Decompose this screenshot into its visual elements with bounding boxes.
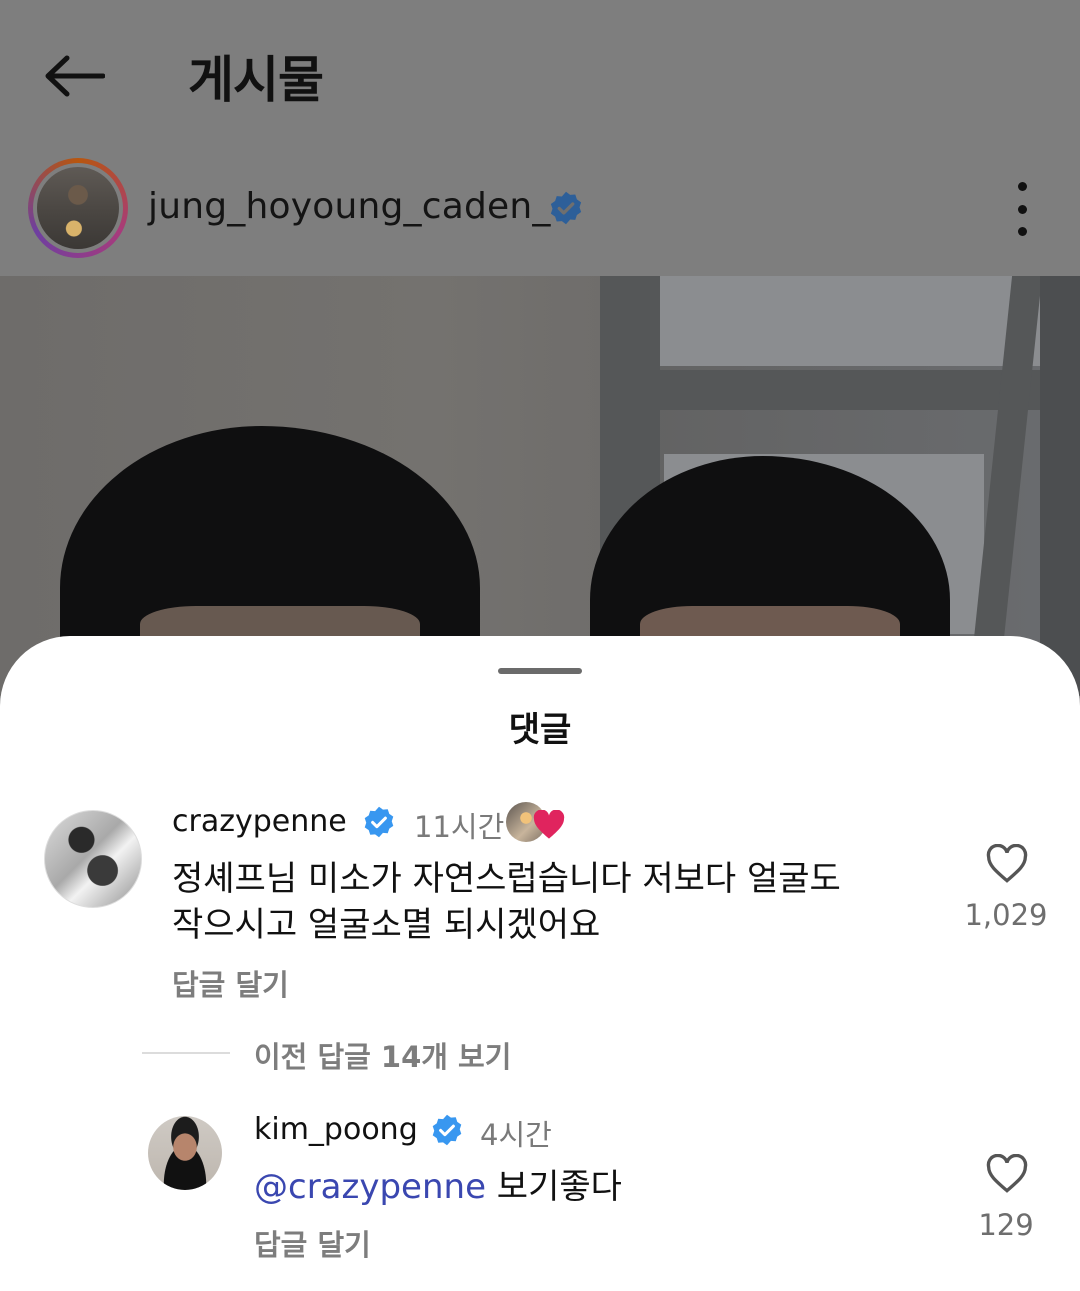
post-author-row: jung_hoyoung_caden_ xyxy=(0,150,1080,276)
comment-like-count: 129 xyxy=(978,1208,1034,1242)
heart-filled-icon xyxy=(533,810,565,839)
reply-button[interactable]: 답글 달기 xyxy=(254,1222,371,1264)
comment-username[interactable]: crazypenne xyxy=(172,804,347,839)
heart-outline-icon[interactable] xyxy=(985,844,1029,884)
heart-outline-icon[interactable] xyxy=(985,1154,1029,1194)
post-photo xyxy=(0,276,1080,696)
sheet-title: 댓글 xyxy=(508,710,572,750)
author-avatar[interactable] xyxy=(28,158,128,258)
more-options-button[interactable] xyxy=(1002,182,1042,236)
comment-text-line: 작으시고 얼굴소멸 되시겠어요 xyxy=(172,905,601,945)
comments-sheet: 댓글 crazypenne 11시간 정셰프님 미소가 자연스럽습니다 저보다 … xyxy=(0,636,1080,1291)
comment-text: 정셰프님 미소가 자연스럽습니다 저보다 얼굴도 작으시고 얼굴소멸 되시겠어요 xyxy=(172,856,841,948)
comment-text: @crazypenne 보기좋다 xyxy=(254,1164,622,1210)
verified-badge-icon xyxy=(432,1114,462,1146)
comment-text-line: 정셰프님 미소가 자연스럽습니다 저보다 얼굴도 xyxy=(172,859,841,899)
more-vertical-icon xyxy=(1017,182,1027,191)
back-button[interactable] xyxy=(36,42,112,110)
verified-badge-icon xyxy=(364,806,394,838)
liked-by-author-indicator xyxy=(506,802,566,842)
mention-link[interactable]: @crazypenne xyxy=(254,1167,486,1207)
page-title: 게시물 xyxy=(188,51,324,109)
reply-button[interactable]: 답글 달기 xyxy=(172,962,289,1004)
author-username[interactable]: jung_hoyoung_caden_ xyxy=(148,186,551,227)
arrow-left-icon xyxy=(45,55,105,97)
sheet-drag-handle[interactable] xyxy=(498,668,582,674)
commenter-avatar[interactable] xyxy=(44,810,142,908)
view-previous-replies-button[interactable]: 이전 답글 14개 보기 xyxy=(254,1034,511,1076)
comment-body: 보기좋다 xyxy=(486,1167,622,1207)
top-bar: 게시물 xyxy=(0,0,1080,150)
comment-like-count: 1,029 xyxy=(964,898,1048,932)
replies-divider xyxy=(142,1052,230,1054)
comment-username[interactable]: kim_poong xyxy=(254,1112,418,1147)
comment-timestamp: 4시간 xyxy=(480,1118,552,1152)
comment-timestamp: 11시간 xyxy=(414,810,505,844)
verified-badge-icon xyxy=(550,191,582,225)
commenter-avatar[interactable] xyxy=(148,1116,222,1190)
